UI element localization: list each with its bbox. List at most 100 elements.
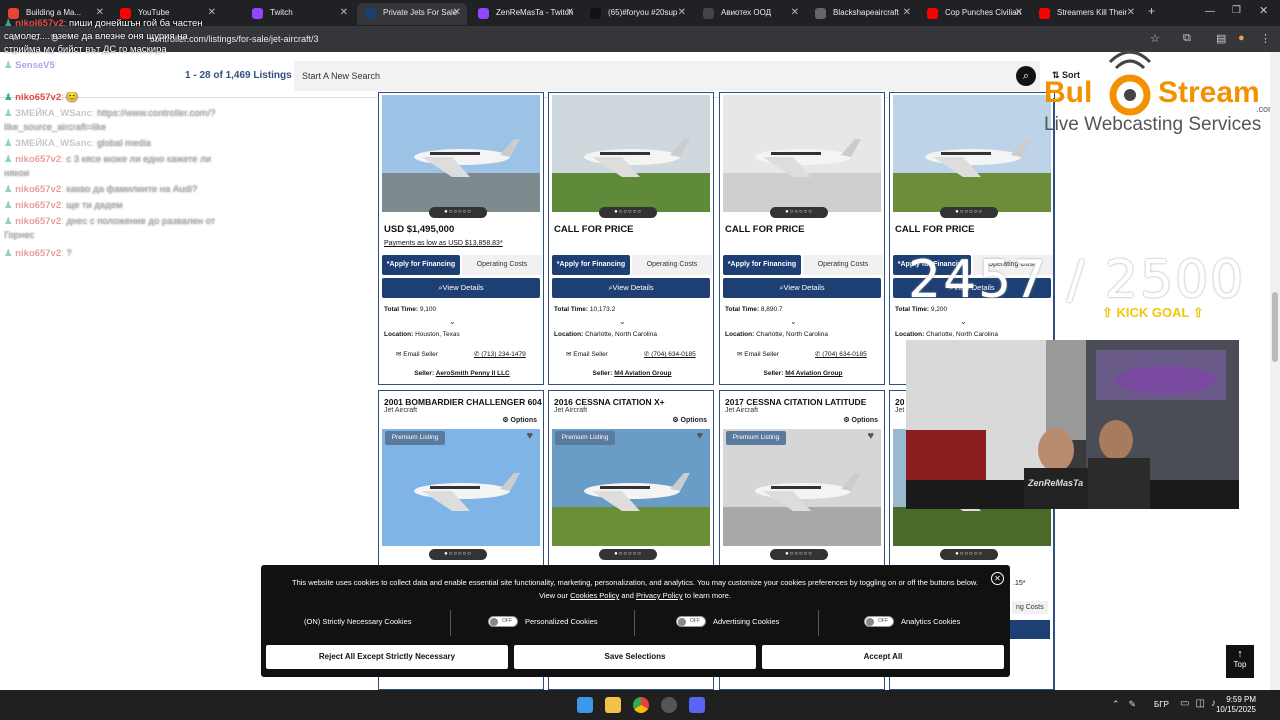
reject-cookies-button[interactable]: Reject All Except Strictly Necessary bbox=[266, 645, 508, 669]
tab-close-icon[interactable]: ✕ bbox=[340, 7, 348, 18]
email-seller-button[interactable]: ✉ Email Seller bbox=[566, 350, 608, 358]
aircraft-photo[interactable] bbox=[552, 429, 710, 546]
language-indicator[interactable]: БГР bbox=[1154, 700, 1169, 709]
chevron-down-icon[interactable]: ⌄ bbox=[790, 317, 797, 326]
advertising-toggle[interactable]: OFF bbox=[676, 616, 706, 627]
photo-carousel-dots[interactable]: ●○○○○○ bbox=[429, 207, 487, 218]
view-details-button[interactable]: ⌕View Details bbox=[723, 278, 881, 298]
apply-financing-button[interactable]: *Apply for Financing bbox=[382, 255, 460, 275]
browser-tab[interactable]: Blackshapeaircraft ✕ bbox=[807, 3, 917, 25]
seller-name-link[interactable]: M4 Aviation Group bbox=[785, 370, 842, 377]
photo-carousel-dots[interactable]: ●○○○○○ bbox=[770, 549, 828, 560]
aircraft-photo[interactable] bbox=[723, 429, 881, 546]
cookie-and: and bbox=[621, 591, 634, 600]
privacy-policy-link[interactable]: Privacy Policy bbox=[636, 591, 683, 600]
personalized-toggle[interactable]: OFF bbox=[488, 616, 518, 627]
tab-close-icon[interactable]: ✕ bbox=[678, 7, 686, 18]
payment-estimate-link[interactable]: Payments as low as USD $13,858.83* bbox=[384, 240, 503, 247]
window-close-icon[interactable]: ✕ bbox=[1259, 4, 1268, 17]
photo-carousel-dots[interactable]: ●○○○○○ bbox=[770, 207, 828, 218]
email-seller-button[interactable]: ✉ Email Seller bbox=[396, 350, 438, 358]
accept-all-button[interactable]: Accept All bbox=[762, 645, 1004, 669]
browser-tab[interactable]: Private Jets For Sale ✕ bbox=[357, 3, 467, 25]
operating-costs-button[interactable]: Operating Costs bbox=[462, 255, 542, 275]
browser-tab[interactable]: Twitch ✕ bbox=[244, 3, 354, 25]
system-tray-icons[interactable]: ⌃✎ bbox=[1112, 699, 1145, 710]
tab-close-icon[interactable]: ✕ bbox=[1015, 7, 1023, 18]
heart-icon[interactable]: ♥ bbox=[696, 430, 703, 442]
taskbar-clock[interactable]: 9:59 PM 10/15/2025 bbox=[1212, 695, 1256, 715]
heart-icon[interactable]: ♥ bbox=[867, 430, 874, 442]
chat-message: някои bbox=[4, 168, 260, 179]
photo-carousel-dots[interactable]: ●○○○○○ bbox=[429, 549, 487, 560]
photo-carousel-dots[interactable]: ●○○○○○ bbox=[940, 549, 998, 560]
browser-tab[interactable]: ZenReMasTa - Twitch ✕ bbox=[470, 3, 580, 25]
total-time-label: Total Time: bbox=[725, 306, 760, 313]
seller-name-link[interactable]: M4 Aviation Group bbox=[614, 370, 671, 377]
chevron-down-icon[interactable]: ⌄ bbox=[960, 317, 967, 326]
chat-text: Горнес bbox=[4, 230, 35, 241]
new-tab-icon[interactable]: + bbox=[1148, 4, 1155, 18]
aircraft-photo[interactable] bbox=[382, 429, 540, 546]
search-icon[interactable]: ⌕ bbox=[1016, 66, 1036, 86]
tab-close-icon[interactable]: ✕ bbox=[208, 7, 216, 18]
file-explorer-icon[interactable] bbox=[605, 697, 621, 713]
maximize-icon[interactable]: ❐ bbox=[1232, 5, 1241, 16]
options-button[interactable]: ⚙ Options bbox=[502, 416, 537, 424]
listing-card[interactable]: ●○○○○○ USD $1,495,000 Payments as low as U… bbox=[378, 92, 544, 385]
options-button[interactable]: ⚙ Options bbox=[672, 416, 707, 424]
browser-tab[interactable]: (65)#foryou #20sup ✕ bbox=[582, 3, 692, 25]
photo-carousel-dots[interactable]: ●○○○○○ bbox=[599, 549, 657, 560]
seller-phone-link[interactable]: ✆ (713) 234-1479 bbox=[474, 350, 526, 358]
cookies-policy-link[interactable]: Cookies Policy bbox=[570, 591, 619, 600]
obs-icon[interactable] bbox=[661, 697, 677, 713]
apply-financing-button[interactable]: *Apply for Financing bbox=[552, 255, 630, 275]
browser-tab[interactable]: Авиотех ООД ✕ bbox=[695, 3, 805, 25]
aircraft-photo[interactable] bbox=[382, 95, 540, 212]
back-to-top-button[interactable]: ↑ Top bbox=[1226, 645, 1254, 678]
page-scrollbar[interactable] bbox=[1270, 52, 1280, 690]
seller-name-link[interactable]: AeroSmith Penny II LLC bbox=[436, 370, 510, 377]
chevron-down-icon[interactable]: ⌄ bbox=[449, 317, 456, 326]
listing-title[interactable]: 2017 CESSNA CITATION LATITUDE bbox=[725, 397, 866, 407]
tab-close-icon[interactable]: ✕ bbox=[566, 7, 574, 18]
start-icon[interactable] bbox=[577, 697, 593, 713]
tab-close-icon[interactable]: ✕ bbox=[791, 7, 799, 18]
gear-icon: ⚙ bbox=[502, 417, 511, 424]
email-seller-button[interactable]: ✉ Email Seller bbox=[737, 350, 779, 358]
options-button[interactable]: ⚙ Options bbox=[843, 416, 878, 424]
seller-phone-link[interactable]: ✆ (704) 634-0185 bbox=[644, 350, 696, 358]
browser-tab[interactable]: Streamers Kill Their ✕ bbox=[1031, 3, 1141, 25]
tab-close-icon[interactable]: ✕ bbox=[1127, 7, 1135, 18]
photo-carousel-dots[interactable]: ●○○○○○ bbox=[599, 207, 657, 218]
aircraft-photo[interactable] bbox=[723, 95, 881, 212]
discord-icon[interactable] bbox=[689, 697, 705, 713]
chevron-down-icon[interactable]: ⌄ bbox=[619, 317, 626, 326]
photo-carousel-dots[interactable]: ●○○○○○ bbox=[940, 207, 998, 218]
listing-title[interactable]: 2016 CESSNA CITATION X+ bbox=[554, 397, 665, 407]
listing-card[interactable]: ●○○○○○ CALL FOR PRICE *Apply for Financing… bbox=[548, 92, 714, 385]
aircraft-photo[interactable] bbox=[552, 95, 710, 212]
heart-icon[interactable]: ♥ bbox=[526, 430, 533, 442]
browser-tab[interactable]: Cop Punches Civilian ✕ bbox=[919, 3, 1029, 25]
view-details-button[interactable]: ⌕View Details bbox=[382, 278, 540, 298]
close-icon[interactable]: ✕ bbox=[991, 572, 1004, 585]
listing-title[interactable]: 20 bbox=[895, 397, 904, 407]
tab-close-icon[interactable]: ✕ bbox=[903, 7, 911, 18]
apply-financing-button[interactable]: *Apply for Financing bbox=[723, 255, 801, 275]
tab-title: ZenReMasTa - Twitch bbox=[496, 8, 574, 17]
minimize-icon[interactable]: — bbox=[1205, 6, 1215, 17]
listing-card[interactable]: ●○○○○○ CALL FOR PRICE *Apply for Financing… bbox=[719, 92, 885, 385]
save-selections-button[interactable]: Save Selections bbox=[514, 645, 756, 669]
search-input[interactable]: Start A New Search bbox=[294, 61, 1040, 91]
tab-close-icon[interactable]: ✕ bbox=[96, 7, 104, 18]
tab-close-icon[interactable]: ✕ bbox=[453, 7, 461, 18]
analytics-toggle[interactable]: OFF bbox=[864, 616, 894, 627]
operating-costs-button[interactable]: Operating Costs bbox=[632, 255, 712, 275]
chrome-icon[interactable] bbox=[633, 697, 649, 713]
seller-phone-link[interactable]: ✆ (704) 634-0185 bbox=[815, 350, 867, 358]
view-details-button[interactable]: ⌕View Details bbox=[552, 278, 710, 298]
operating-costs-button[interactable]: Operating Costs bbox=[803, 255, 883, 275]
aircraft-photo[interactable] bbox=[893, 95, 1051, 212]
listing-title[interactable]: 2001 BOMBARDIER CHALLENGER 604 bbox=[384, 397, 542, 407]
